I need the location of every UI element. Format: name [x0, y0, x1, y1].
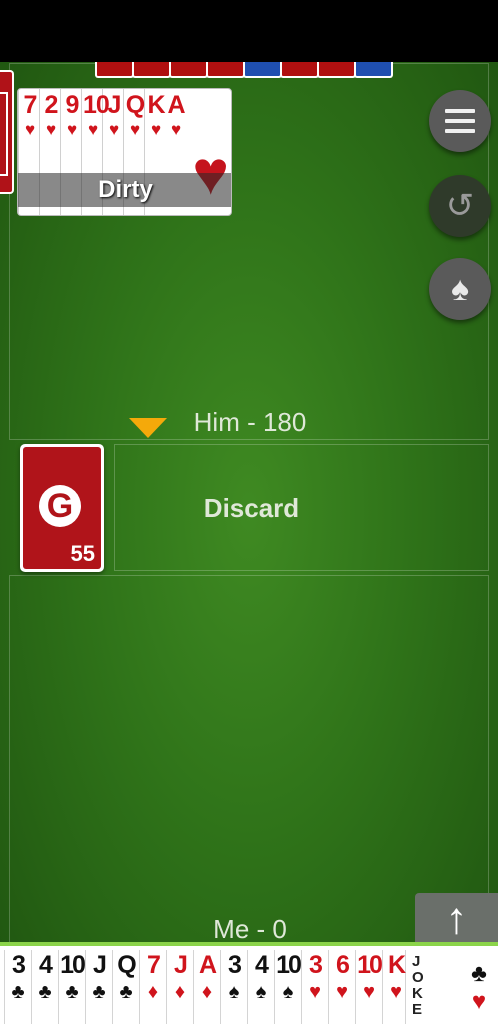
hand-card[interactable]: 3 ♣ — [4, 950, 31, 1024]
opponent-card-back — [132, 62, 171, 78]
hand-card[interactable]: J ♣ — [85, 950, 112, 1024]
heart-icon: ♥ — [363, 981, 375, 1003]
card-rank: K — [387, 951, 406, 979]
spade-icon: ♠ — [228, 981, 240, 1003]
card-rank: 7 — [147, 951, 161, 979]
hand-card[interactable]: 6 ♥ — [328, 950, 355, 1024]
card-rank: 10 — [83, 91, 110, 119]
opponent-card-back — [354, 62, 393, 78]
suit-button[interactable]: ♠ — [429, 258, 491, 320]
club-icon: ♣ — [92, 981, 106, 1003]
heart-icon: ♥ — [390, 981, 402, 1003]
heart-icon: ♥ — [170, 120, 182, 139]
heart-icon: ♥ — [45, 120, 57, 139]
player-score: Me - 0 — [213, 914, 287, 944]
card-rank: 3 — [12, 951, 26, 979]
heart-icon: ♥ — [471, 988, 487, 1015]
card-rank: 3 — [228, 951, 242, 979]
hand-card[interactable]: 4 ♣ — [31, 950, 58, 1024]
spade-icon: ♠ — [282, 981, 294, 1003]
card-rank: K — [147, 91, 165, 119]
undo-icon: ↺ — [445, 187, 475, 225]
hand-card[interactable]: 3 ♠ — [220, 950, 247, 1024]
opponent-card-back — [317, 62, 356, 78]
card-rank: 10 — [276, 951, 302, 979]
spade-icon: ♠ — [255, 981, 267, 1003]
player-hand: JOKE ♣ ♥ 3 ♣ 4 ♣ 10 ♣ J ♣ Q ♣ 7 ♦ J ♦ A ♦ 3 ♠ 4 ♠ 10 ♠ 3 ♥ 6 ♥ 10 ♥… — [0, 942, 498, 1024]
hand-card[interactable]: 10 ♥ — [355, 950, 383, 1024]
diamond-icon: ♦ — [174, 981, 186, 1003]
meld-dirty-label: Dirty — [98, 176, 153, 203]
hand-card[interactable]: J ♦ — [166, 950, 193, 1024]
hand-card[interactable]: 10 ♠ — [274, 950, 302, 1024]
heart-icon: ♥ — [129, 120, 141, 139]
hand-card[interactable]: 4 ♠ — [247, 950, 274, 1024]
card-rank: 10 — [357, 951, 383, 979]
partial-meld[interactable] — [0, 70, 14, 194]
heart-icon: ♥ — [309, 981, 321, 1003]
card-rank: 4 — [39, 951, 53, 979]
heart-icon: ♥ — [24, 120, 36, 139]
heart-icon: ♥ — [108, 120, 120, 139]
menu-icon — [445, 109, 475, 133]
diamond-icon: ♦ — [201, 981, 213, 1003]
heart-icon: ♥ — [150, 120, 162, 139]
undo-button[interactable]: ↺ — [429, 175, 491, 237]
card-rank: 9 — [65, 91, 80, 119]
heart-icon: ♥ — [336, 981, 348, 1003]
discard-label: Discard — [203, 493, 300, 523]
club-icon: ♣ — [38, 981, 52, 1003]
club-icon: ♣ — [471, 960, 487, 987]
heart-icon: ♥ — [87, 120, 99, 139]
draw-pile[interactable]: G 55 — [20, 444, 104, 572]
hand-card[interactable]: A ♦ — [193, 950, 220, 1024]
opponent-score: Him - 180 — [193, 407, 307, 437]
hand-card[interactable]: K ♥ — [382, 950, 409, 1024]
draw-pile-count: 55 — [70, 541, 95, 566]
card-rank: 7 — [23, 91, 38, 119]
opponent-card-back — [169, 62, 208, 78]
joker-card[interactable]: JOKE — [405, 950, 461, 1024]
opponent-hand — [95, 62, 403, 80]
status-bar — [0, 0, 498, 62]
heart-icon: ♥ — [66, 120, 78, 139]
card-rank: 10 — [60, 951, 86, 979]
club-icon: ♣ — [11, 981, 25, 1003]
player-meld-area[interactable] — [9, 575, 489, 943]
opponent-card-back — [280, 62, 319, 78]
card-rank: 4 — [255, 951, 269, 979]
card-rank: 3 — [309, 951, 323, 979]
opponent-card-back — [243, 62, 282, 78]
card-rank: 2 — [44, 91, 59, 119]
hearts-meld[interactable]: A♥K♥Q♥J♥10♥9♥2♥7♥ ♥ Dirty — [17, 88, 232, 216]
card-rank: A — [198, 951, 217, 979]
hand-card[interactable]: 3 ♥ — [301, 950, 328, 1024]
hand-card[interactable]: Q ♣ — [112, 950, 139, 1024]
arrow-up-icon: ↑ — [445, 894, 468, 943]
card-rank: A — [167, 91, 185, 119]
diamond-icon: ♦ — [147, 981, 159, 1003]
hand-card[interactable]: 7 ♦ — [139, 950, 166, 1024]
hand-last-card[interactable]: ♣ ♥ — [463, 960, 495, 1016]
logo-icon: G — [39, 485, 81, 527]
card-rank: Q — [117, 951, 136, 979]
club-icon: ♣ — [65, 981, 79, 1003]
card-rank: Q — [125, 91, 145, 119]
spade-icon: ♠ — [450, 269, 470, 308]
menu-button[interactable] — [429, 90, 491, 152]
sort-up-button[interactable]: ↑ — [415, 893, 498, 944]
card-rank: J — [174, 951, 188, 979]
card-rank: 6 — [336, 951, 350, 979]
club-icon: ♣ — [119, 981, 133, 1003]
opponent-card-back — [206, 62, 245, 78]
card-rank: J — [93, 951, 107, 979]
hand-card[interactable]: 10 ♣ — [58, 950, 86, 1024]
opponent-card-back — [95, 62, 134, 78]
joker-label: JOKE — [412, 953, 424, 1018]
